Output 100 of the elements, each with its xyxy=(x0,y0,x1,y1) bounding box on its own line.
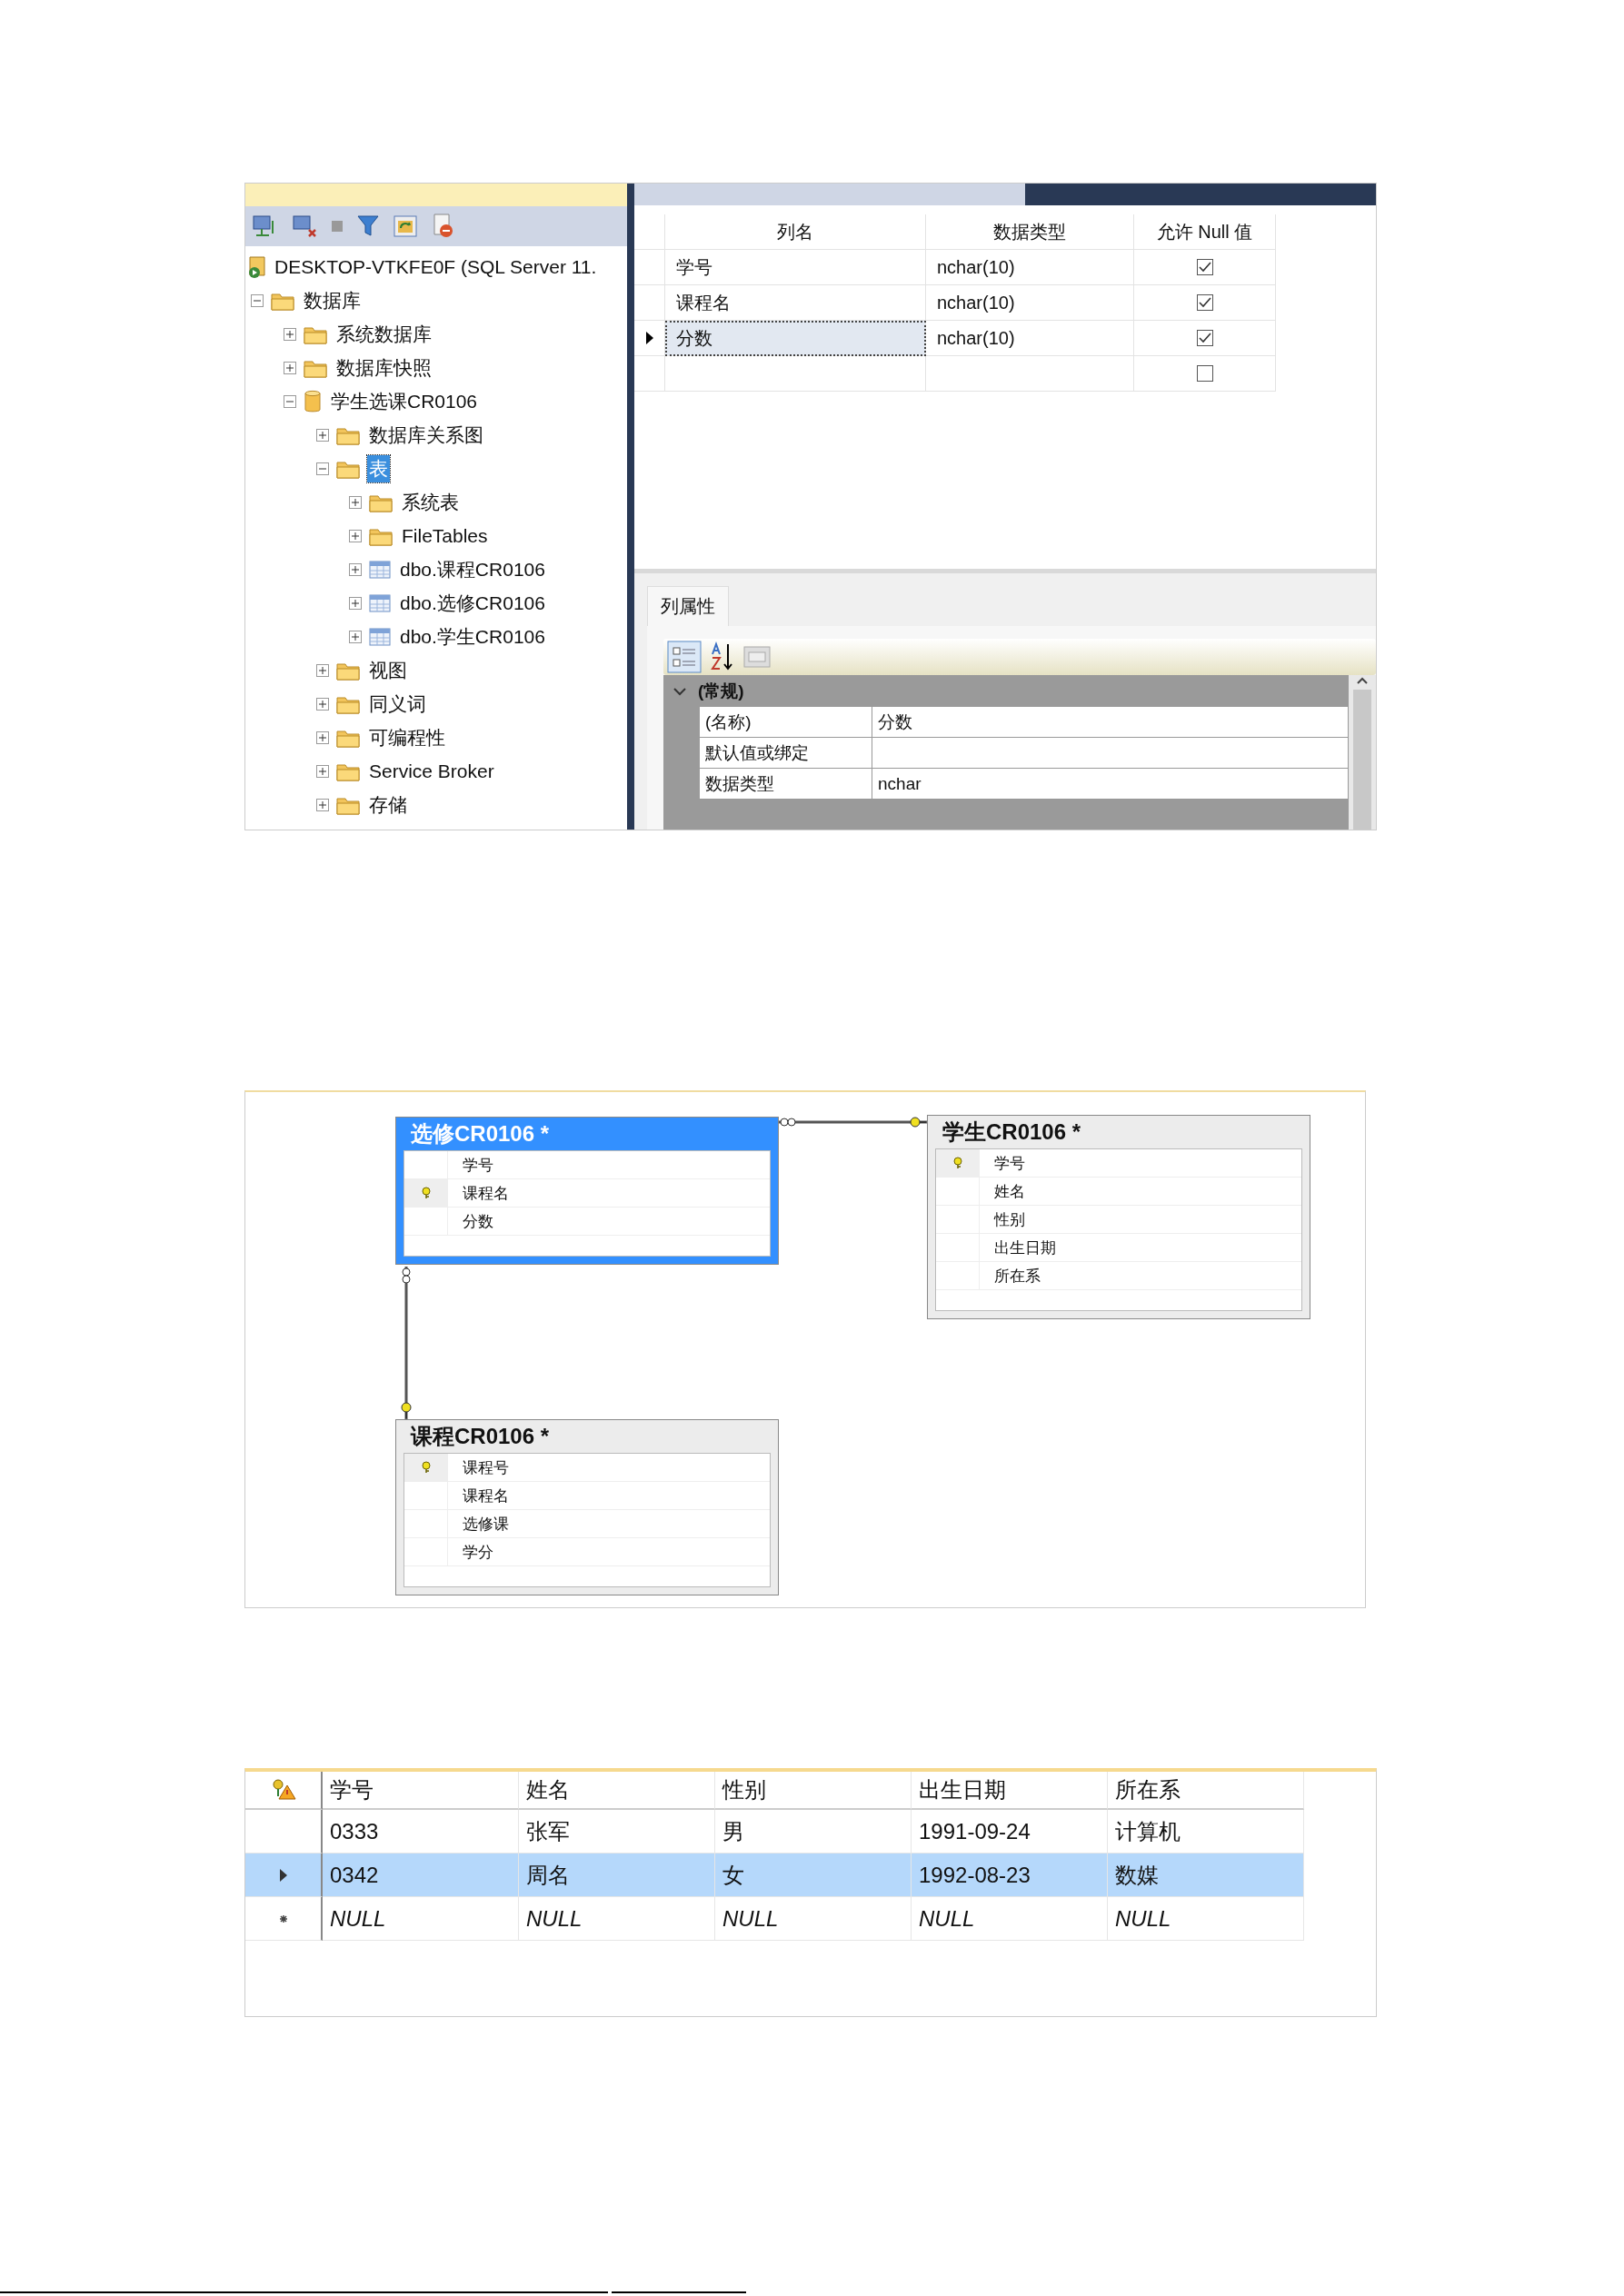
tree-item[interactable]: 系统表 xyxy=(400,488,461,516)
tree-item[interactable]: dbo.课程CR0106 xyxy=(398,555,547,583)
expand-icon[interactable] xyxy=(316,663,329,677)
column-name-cell[interactable]: 学号 xyxy=(665,250,926,285)
expand-icon[interactable] xyxy=(349,529,362,542)
column-name[interactable]: 性别 xyxy=(980,1208,1301,1230)
column-name[interactable]: 课程名 xyxy=(448,1182,770,1204)
tree-item[interactable]: 数据库快照 xyxy=(334,353,433,382)
refresh-icon[interactable] xyxy=(393,214,418,239)
corner-header xyxy=(634,214,665,250)
column-header[interactable]: 性别 xyxy=(715,1772,912,1810)
column-header[interactable]: 学号 xyxy=(323,1772,519,1810)
column-name[interactable]: 出生日期 xyxy=(980,1237,1301,1258)
table-cell[interactable]: 周名 xyxy=(519,1854,715,1897)
column-header[interactable]: 出生日期 xyxy=(912,1772,1108,1810)
table-title: 选修CR0106 * xyxy=(411,1120,550,1148)
table-cell[interactable]: 女 xyxy=(715,1854,912,1897)
expand-icon[interactable] xyxy=(349,630,362,643)
categorized-icon[interactable] xyxy=(667,641,702,673)
column-name[interactable]: 学分 xyxy=(448,1541,770,1563)
column-header[interactable]: 姓名 xyxy=(519,1772,715,1810)
tree-item[interactable]: 可编程性 xyxy=(367,723,447,751)
table-cell[interactable]: NULL xyxy=(519,1897,715,1941)
table-title: 学生CR0106 * xyxy=(942,1118,1081,1146)
tree-item[interactable]: dbo.选修CR0106 xyxy=(398,589,547,617)
expand-icon[interactable] xyxy=(284,361,296,374)
table-cell[interactable]: NULL xyxy=(912,1897,1108,1941)
column-name[interactable]: 学号 xyxy=(980,1152,1301,1174)
column-name[interactable]: 选修课 xyxy=(448,1513,770,1535)
new-row-icon xyxy=(278,1913,288,1923)
expand-icon[interactable] xyxy=(316,798,329,811)
expand-icon[interactable] xyxy=(316,697,329,711)
checkbox[interactable] xyxy=(1196,330,1213,346)
tree-item[interactable]: 学生选课CR0106 xyxy=(329,387,480,415)
scrollbar-thumb[interactable] xyxy=(1353,690,1371,830)
tree-item[interactable]: FileTables xyxy=(400,523,490,548)
expand-icon[interactable] xyxy=(316,731,329,744)
column-header[interactable]: 列名 xyxy=(665,214,926,250)
key-icon xyxy=(420,1187,432,1199)
table-cell[interactable]: 数媒 xyxy=(1108,1854,1304,1897)
column-name[interactable]: 学号 xyxy=(448,1154,770,1176)
expand-icon[interactable] xyxy=(349,495,362,509)
collapse-icon[interactable] xyxy=(251,293,264,307)
chevron-icon[interactable] xyxy=(673,686,687,696)
expand-icon[interactable] xyxy=(284,327,296,341)
tree-item[interactable]: Service Broker xyxy=(367,759,496,783)
column-name[interactable]: 课程名 xyxy=(448,1485,770,1506)
expand-icon[interactable] xyxy=(316,764,329,778)
table-cell[interactable]: NULL xyxy=(715,1897,912,1941)
checkbox[interactable] xyxy=(1196,259,1213,275)
tree-item[interactable]: 系统数据库 xyxy=(334,320,433,348)
server-name[interactable]: DESKTOP-VTKFE0F (SQL Server 11. xyxy=(274,255,597,278)
tree-item[interactable]: 数据库 xyxy=(302,286,363,314)
filter-icon[interactable] xyxy=(356,214,380,239)
table-box[interactable]: 选修CR0106 * 学号 课程名 分数 xyxy=(395,1117,779,1265)
collapse-icon[interactable] xyxy=(316,462,329,475)
column-name[interactable]: 课程号 xyxy=(448,1456,770,1478)
data-type-cell[interactable] xyxy=(926,356,1134,392)
tree-item[interactable]: 同义词 xyxy=(367,690,428,718)
current-row-icon xyxy=(278,1867,288,1883)
sort-icon[interactable] xyxy=(709,641,734,672)
table-box[interactable]: 课程CR0106 * 课程号 课程名 选修课 学分 xyxy=(395,1419,779,1595)
data-type-cell[interactable]: nchar(10) xyxy=(926,285,1134,321)
column-name-cell[interactable] xyxy=(665,356,926,392)
tree-item[interactable]: 视图 xyxy=(367,656,409,684)
column-name[interactable]: 分数 xyxy=(448,1210,770,1232)
column-name-cell[interactable]: 分数 xyxy=(665,321,926,356)
table-cell[interactable]: NULL xyxy=(323,1897,519,1941)
checkbox[interactable] xyxy=(1196,294,1213,311)
column-header[interactable]: 数据类型 xyxy=(926,214,1134,250)
table-icon xyxy=(369,593,391,612)
collapse-icon[interactable] xyxy=(284,394,296,408)
data-type-cell[interactable]: nchar(10) xyxy=(926,321,1134,356)
table-box[interactable]: 学生CR0106 * 学号 姓名 性别 出生日期 所在系 xyxy=(927,1115,1310,1319)
table-cell[interactable]: 0342 xyxy=(323,1854,519,1897)
column-header[interactable]: 所在系 xyxy=(1108,1772,1304,1810)
disconnect-icon[interactable] xyxy=(291,214,318,239)
database-icon xyxy=(304,389,322,413)
table-cell[interactable]: NULL xyxy=(1108,1897,1304,1941)
property-value[interactable]: nchar xyxy=(872,769,1349,800)
column-name[interactable]: 姓名 xyxy=(980,1180,1301,1202)
column-header[interactable]: 允许 Null 值 xyxy=(1134,214,1276,250)
checkbox[interactable] xyxy=(1196,365,1213,382)
table-icon xyxy=(369,560,391,579)
column-name[interactable]: 所在系 xyxy=(980,1265,1301,1287)
tree-item[interactable]: 存储 xyxy=(367,790,409,819)
current-row-icon xyxy=(644,331,654,345)
table-cell[interactable]: 1992-08-23 xyxy=(912,1854,1108,1897)
tree-item[interactable]: 数据库关系图 xyxy=(367,421,485,449)
stop-icon[interactable] xyxy=(331,220,344,233)
expand-icon[interactable] xyxy=(349,562,362,576)
property-pages-icon[interactable] xyxy=(742,643,772,671)
tree-item[interactable]: dbo.学生CR0106 xyxy=(398,622,547,651)
expand-icon[interactable] xyxy=(316,428,329,442)
expand-icon[interactable] xyxy=(349,596,362,610)
category-label: (常规) xyxy=(698,680,744,702)
data-type-cell[interactable]: nchar(10) xyxy=(926,250,1134,285)
scroll-up-icon[interactable] xyxy=(1355,675,1370,686)
property-name[interactable]: 数据类型 xyxy=(700,769,872,800)
properties-tab[interactable]: 列属性 xyxy=(647,586,729,626)
